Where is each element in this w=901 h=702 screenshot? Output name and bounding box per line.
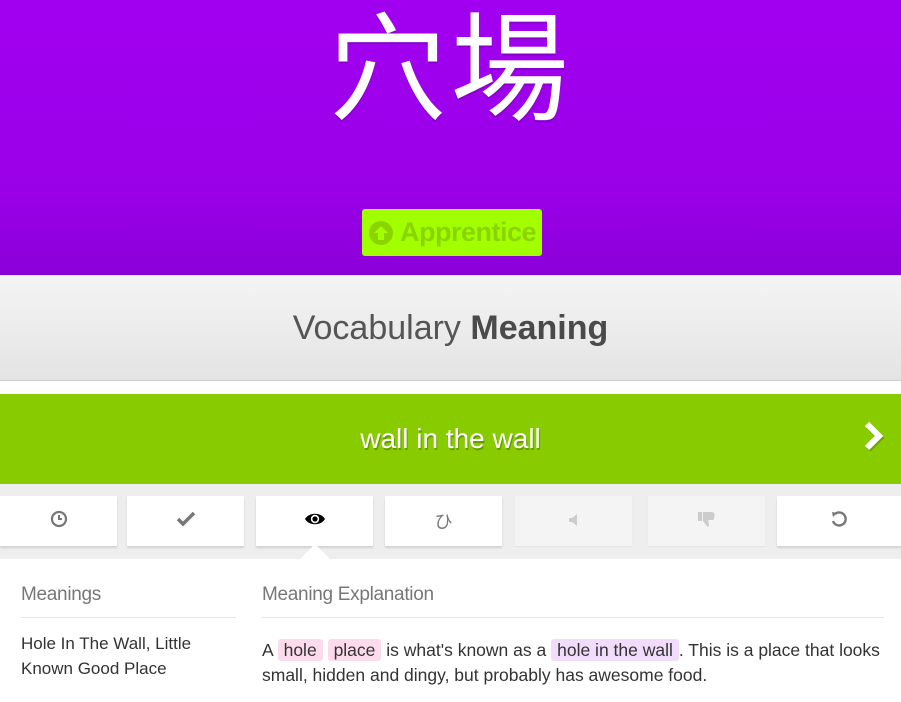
meaning-explanation-heading: Meaning Explanation bbox=[262, 584, 434, 605]
question-type-bar: Vocabulary Meaning bbox=[0, 275, 901, 381]
progress-button[interactable] bbox=[127, 496, 244, 546]
explanation-text-segment: is what's known as a bbox=[386, 640, 547, 660]
kana-chart-button[interactable]: ひ bbox=[385, 496, 502, 546]
radical-highlight: place bbox=[327, 639, 382, 661]
audio-button bbox=[515, 496, 632, 546]
wrap-up-button bbox=[648, 496, 765, 546]
item-info-panel: Meanings Hole In The Wall, Little Known … bbox=[0, 559, 901, 702]
undo-button[interactable] bbox=[777, 496, 901, 546]
radical-highlight: hole bbox=[277, 639, 323, 661]
undo-icon bbox=[830, 510, 848, 533]
next-button[interactable] bbox=[861, 418, 887, 458]
check-icon bbox=[176, 510, 196, 533]
question-subject-type: Vocabulary bbox=[292, 309, 461, 347]
srs-level-badge: Apprentice bbox=[362, 209, 542, 256]
item-header: 穴場 Apprentice bbox=[0, 0, 901, 275]
item-info-button[interactable] bbox=[256, 496, 373, 546]
srs-level-label: Apprentice bbox=[399, 217, 537, 247]
question-type-emphasis: Meaning bbox=[470, 309, 609, 347]
review-toolbar: ひ bbox=[0, 484, 901, 559]
audio-icon bbox=[567, 511, 581, 532]
meaning-explanation-text: A hole place is what's known as a hole i… bbox=[262, 638, 887, 688]
answer-input-value[interactable]: wall in the wall bbox=[0, 394, 901, 484]
meanings-heading: Meanings bbox=[21, 584, 101, 605]
chevron-right-icon bbox=[863, 421, 885, 455]
thumbs-down-icon bbox=[697, 510, 717, 533]
explanation-divider bbox=[262, 617, 884, 618]
vocabulary-highlight: hole in the wall bbox=[551, 639, 679, 661]
arrow-up-circle-icon bbox=[368, 220, 394, 246]
answer-field[interactable]: wall in the wall bbox=[0, 394, 901, 484]
clock-icon bbox=[50, 510, 68, 533]
active-tab-pointer bbox=[300, 544, 330, 559]
last-items-button[interactable] bbox=[0, 496, 117, 546]
meanings-divider bbox=[21, 617, 236, 618]
meanings-list: Hole In The Wall, Little Known Good Plac… bbox=[21, 634, 192, 678]
explanation-article: A bbox=[262, 640, 273, 660]
eye-icon bbox=[304, 511, 326, 532]
hiragana-hi-icon: ひ bbox=[434, 512, 453, 533]
vocabulary-characters: 穴場 bbox=[328, 1, 573, 139]
